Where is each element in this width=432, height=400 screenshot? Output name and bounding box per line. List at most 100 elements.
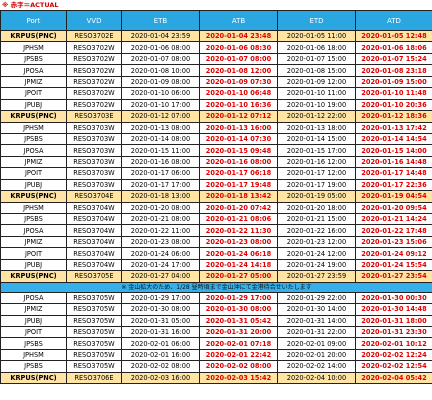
cell-port: JPOSA (0, 291, 67, 305)
cell-etd: 2020-01-19 05:00 (277, 190, 356, 203)
cell-atd: 2020-02-01 10:12 (355, 337, 432, 350)
cell-etb: 2020-02-03 16:00 (121, 371, 200, 385)
col-header-etb: ETB (121, 10, 200, 31)
col-header-atb: ATB (199, 10, 278, 31)
cell-etd: 2020-01-22 16:00 (277, 224, 356, 237)
cell-vvd: RESO3704W (66, 235, 122, 249)
cell-port: JPHSM (0, 121, 67, 134)
cell-port: JPSBS (0, 52, 67, 66)
cell-atd: 2020-01-17 22:36 (355, 178, 432, 192)
cell-atb: 2020-01-16 08:00 (199, 155, 278, 169)
cell-etb: 2020-01-09 08:00 (121, 75, 200, 89)
table-row: JPHSM RESO3705W 2020-02-01 16:00 2020-02-01… (0, 348, 432, 362)
table-row: JPHSM RESO3702W 2020-01-06 08:00 2020-01-06… (0, 41, 432, 54)
cell-etb: 2020-01-10 06:00 (121, 87, 200, 100)
cell-etd: 2020-02-02 14:00 (277, 360, 356, 373)
cell-vvd: RESO3705W (66, 360, 122, 373)
table-row: JPOSA RESO3702W 2020-01-08 10:00 2020-01-08… (0, 64, 432, 77)
cell-etb: 2020-01-17 06:00 (121, 167, 200, 180)
table-row: JPHSM RESO3704W 2020-01-20 08:00 2020-01-20… (0, 201, 432, 215)
cell-etd: 2020-01-23 12:00 (277, 235, 356, 249)
cell-etb: 2020-02-01 16:00 (121, 348, 200, 362)
cell-atd: 2020-01-17 14:48 (355, 167, 432, 180)
cell-atd: 2020-01-14 14:54 (355, 132, 432, 146)
cell-vvd: RESO3704E (66, 190, 122, 203)
cell-atb: 2020-01-23 08:00 (199, 235, 278, 249)
cell-atb: 2020-01-15 09:48 (199, 144, 278, 157)
cell-atb: 2020-01-10 06:48 (199, 87, 278, 100)
cell-etb: 2020-01-27 04:00 (121, 270, 200, 283)
cell-etb: 2020-01-14 08:00 (121, 132, 200, 146)
table-row: KRPUS(PNC) RESO3705E 2020-01-27 04:00 2020-… (0, 270, 432, 283)
cell-port: JPOIT (0, 325, 67, 339)
cell-etb: 2020-01-16 08:00 (121, 155, 200, 169)
header-row: Port VVD ETB ATB ETD ATD (0, 10, 432, 31)
cell-etd: 2020-01-24 19:00 (277, 258, 356, 272)
table-row: JPSBS RESO3702W 2020-01-07 08:00 2020-01-07… (0, 52, 432, 66)
cell-port: JPHSM (0, 201, 67, 215)
cell-etd: 2020-01-20 18:00 (277, 201, 356, 215)
cell-atb: 2020-02-02 08:00 (199, 360, 278, 373)
table-row: JPUBJ RESO3702W 2020-01-10 17:00 2020-01-10… (0, 98, 432, 112)
cell-atd: 2020-01-21 14:24 (355, 212, 432, 226)
cell-etd: 2020-01-07 15:00 (277, 52, 356, 66)
cell-port: JPMIZ (0, 155, 67, 169)
cell-etb: 2020-01-21 08:00 (121, 212, 200, 226)
cell-vvd: RESO3702W (66, 52, 122, 66)
cell-vvd: RESO3705W (66, 314, 122, 327)
cell-etb: 2020-01-17 17:00 (121, 178, 200, 192)
cell-vvd: RESO3702E (66, 29, 122, 43)
cell-vvd: RESO3702W (66, 41, 122, 54)
cell-etd: 2020-02-01 09:00 (277, 337, 356, 350)
cell-port: JPOSA (0, 144, 67, 157)
cell-port: JPOSA (0, 64, 67, 77)
cell-atd: 2020-01-13 17:42 (355, 121, 432, 134)
col-header-etd: ETD (277, 10, 356, 31)
cell-atb: 2020-01-24 06:18 (199, 247, 278, 260)
cell-port: KRPUS(PNC) (0, 29, 67, 43)
cell-port: JPSBS (0, 132, 67, 146)
cell-etb: 2020-01-23 08:00 (121, 235, 200, 249)
cell-vvd: RESO3704W (66, 258, 122, 272)
cell-etb: 2020-01-15 11:00 (121, 144, 200, 157)
cell-vvd: RESO3705W (66, 291, 122, 305)
cell-etb: 2020-01-29 17:00 (121, 291, 200, 305)
cell-etb: 2020-01-31 16:00 (121, 325, 200, 339)
cell-vvd: RESO3703W (66, 132, 122, 146)
cell-atb: 2020-01-29 17:00 (199, 291, 278, 305)
cell-vvd: RESO3704W (66, 212, 122, 226)
cell-vvd: RESO3703W (66, 155, 122, 169)
cell-atd: 2020-01-12 18:36 (355, 110, 432, 123)
cell-atb: 2020-01-30 08:00 (199, 303, 278, 316)
cell-atd: 2020-01-30 00:30 (355, 291, 432, 305)
cell-port: JPUBJ (0, 258, 67, 272)
cell-etd: 2020-01-17 12:00 (277, 167, 356, 180)
cell-etd: 2020-01-15 17:00 (277, 144, 356, 157)
cell-port: JPMIZ (0, 303, 67, 316)
cell-port: KRPUS(PNC) (0, 371, 67, 385)
cell-atb: 2020-01-06 08:30 (199, 41, 278, 54)
actual-legend-note: ※ 赤字＝ACTUAL (2, 1, 59, 9)
cell-atb: 2020-01-13 16:00 (199, 121, 278, 134)
cell-port: JPOIT (0, 167, 67, 180)
table-row: JPUBJ RESO3704W 2020-01-24 17:00 2020-01-24… (0, 258, 432, 272)
cell-vvd: RESO3705W (66, 337, 122, 350)
cell-etb: 2020-01-20 08:00 (121, 201, 200, 215)
cell-vvd: RESO3702W (66, 87, 122, 100)
vessel-schedule-table: Port VVD ETB ATB ETD ATD KRPUS(PNC) RESO3… (0, 10, 432, 385)
cell-vvd: RESO3705W (66, 325, 122, 339)
cell-atb: 2020-01-24 14:18 (199, 258, 278, 272)
cell-etb: 2020-01-24 06:00 (121, 247, 200, 260)
cell-atb: 2020-01-17 06:18 (199, 167, 278, 180)
table-row: JPMIZ RESO3702W 2020-01-09 08:00 2020-01-09… (0, 75, 432, 89)
table-row: JPOIT RESO3702W 2020-01-10 06:00 2020-01-10… (0, 87, 432, 100)
cell-etd: 2020-01-12 22:00 (277, 110, 356, 123)
cell-port: KRPUS(PNC) (0, 110, 67, 123)
cell-atd: 2020-02-02 12:24 (355, 348, 432, 362)
cell-atb: 2020-01-14 07:30 (199, 132, 278, 146)
table-row: KRPUS(PNC) RESO3703E 2020-01-12 07:00 2020-… (0, 110, 432, 123)
table-row: JPOIT RESO3704W 2020-01-24 06:00 2020-01-24… (0, 247, 432, 260)
cell-etb: 2020-01-04 23:59 (121, 29, 200, 43)
cell-etd: 2020-01-24 12:00 (277, 247, 356, 260)
cell-atd: 2020-01-07 15:24 (355, 52, 432, 66)
